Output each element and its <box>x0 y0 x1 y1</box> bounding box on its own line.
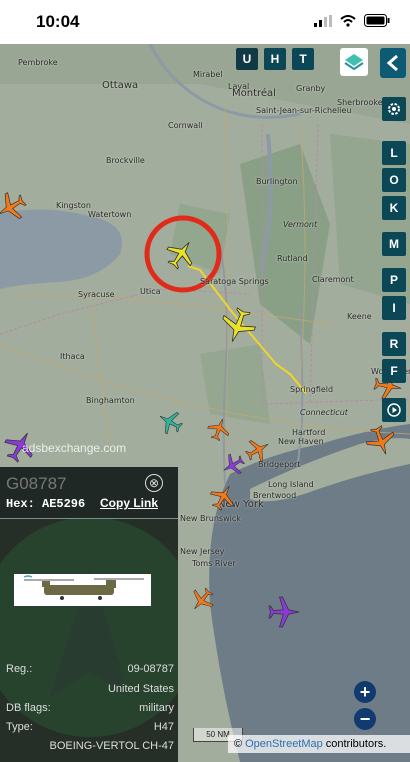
detail-label: Type: <box>6 721 33 733</box>
city-label: Ithaca <box>60 352 85 361</box>
city-label: Granby <box>296 84 326 93</box>
close-icon[interactable]: ⊗ <box>145 474 163 492</box>
layers-icon <box>344 54 364 71</box>
map-attribution: © OpenStreetMap contributors. <box>228 735 410 753</box>
city-label: Binghamton <box>86 396 135 405</box>
attribution-suffix: contributors. <box>325 738 387 750</box>
detail-label: Reg.: <box>6 663 33 675</box>
city-label: Vermont <box>283 220 318 229</box>
detail-row: BOEING-VERTOL CH-47 <box>6 740 175 752</box>
city-label: Connecticut <box>300 408 348 417</box>
callsign: G08787 <box>6 474 67 493</box>
button-f[interactable]: F <box>382 359 406 383</box>
detail-row: DB flags: military <box>6 702 174 714</box>
button-p[interactable]: P <box>382 268 406 292</box>
status-time: 10:04 <box>36 12 80 31</box>
button-h[interactable]: H <box>264 48 286 70</box>
city-label: Hartford <box>292 428 326 437</box>
aircraft-photo <box>14 574 151 606</box>
city-label: Syracuse <box>78 290 115 299</box>
detail-value: military <box>139 702 174 714</box>
settings-button[interactable] <box>382 97 406 121</box>
city-label: Utica <box>140 287 161 296</box>
button-l[interactable]: L <box>382 141 406 165</box>
zoom-in-button[interactable]: + <box>354 681 376 703</box>
status-icons <box>314 14 390 27</box>
button-u[interactable]: U <box>236 48 258 70</box>
copy-link[interactable]: Copy Link <box>100 496 158 510</box>
zoom-out-button[interactable]: − <box>354 708 376 730</box>
status-bar: 10:04 <box>0 0 410 44</box>
city-label: Sherbrooke <box>337 98 383 107</box>
gear-icon <box>388 103 400 115</box>
detail-row: United States <box>6 683 174 695</box>
detail-label: DB flags: <box>6 702 51 714</box>
city-label: Burlington <box>256 177 298 186</box>
detail-value: 09-08787 <box>127 663 175 675</box>
replay-button[interactable] <box>382 398 406 422</box>
watermark: adsbexchange.com <box>22 441 127 455</box>
city-label: New Brunswick <box>180 514 241 523</box>
button-m[interactable]: M <box>382 232 406 256</box>
city-label: Springfield <box>290 385 334 394</box>
detail-row: Type: H47 <box>6 721 174 733</box>
detail-value: H47 <box>153 721 174 733</box>
collapse-button[interactable] <box>380 48 406 78</box>
chevron-left-icon <box>386 54 398 72</box>
aircraft-icon[interactable] <box>266 594 302 630</box>
layers-button[interactable] <box>340 48 368 76</box>
signal-icon <box>314 14 332 27</box>
helicopter-image <box>23 575 144 600</box>
detail-row: Reg.: 09-08787 <box>6 663 174 675</box>
city-label: Keene <box>347 312 372 321</box>
replay-icon <box>387 403 401 417</box>
city-label: Kingston <box>56 201 91 210</box>
button-t[interactable]: T <box>292 48 314 70</box>
city-label: New Jersey <box>180 547 225 556</box>
city-label: Brockville <box>106 156 145 165</box>
attribution-prefix: © <box>234 738 243 750</box>
city-label: Pembroke <box>18 58 58 67</box>
button-o[interactable]: O <box>382 168 406 192</box>
city-label: Toms River <box>192 559 236 568</box>
city-label: Ottawa <box>102 80 139 91</box>
button-k[interactable]: K <box>382 196 406 220</box>
city-label: New Haven <box>278 437 324 446</box>
wifi-icon <box>340 14 356 27</box>
city-label: Mirabel <box>193 70 223 79</box>
hex-code: Hex: AE5296 <box>6 497 86 511</box>
city-label: Watertown <box>88 210 132 219</box>
city-label: Cornwall <box>168 121 203 130</box>
detail-value: United States <box>107 683 174 695</box>
button-r[interactable]: R <box>382 332 406 356</box>
panel-header: G08787 Hex: AE5296 Copy Link ⊗ <box>0 467 178 519</box>
city-label: Long Island <box>268 480 314 489</box>
button-i[interactable]: I <box>382 296 406 320</box>
battery-icon <box>364 14 390 27</box>
city-label: Rutland <box>277 254 308 263</box>
detail-value: BOEING-VERTOL CH-47 <box>49 740 175 752</box>
city-label: Montréal <box>232 88 276 99</box>
city-label: Claremont <box>312 275 354 284</box>
aircraft-info-panel: G08787 Hex: AE5296 Copy Link ⊗ Reg.: 09-… <box>0 467 178 762</box>
city-label: Saratoga Springs <box>200 277 269 286</box>
city-label: Saint-Jean-sur-Richelieu <box>256 106 352 115</box>
attribution-link[interactable]: OpenStreetMap <box>245 738 323 750</box>
top-button-bar: U H T <box>236 48 314 70</box>
